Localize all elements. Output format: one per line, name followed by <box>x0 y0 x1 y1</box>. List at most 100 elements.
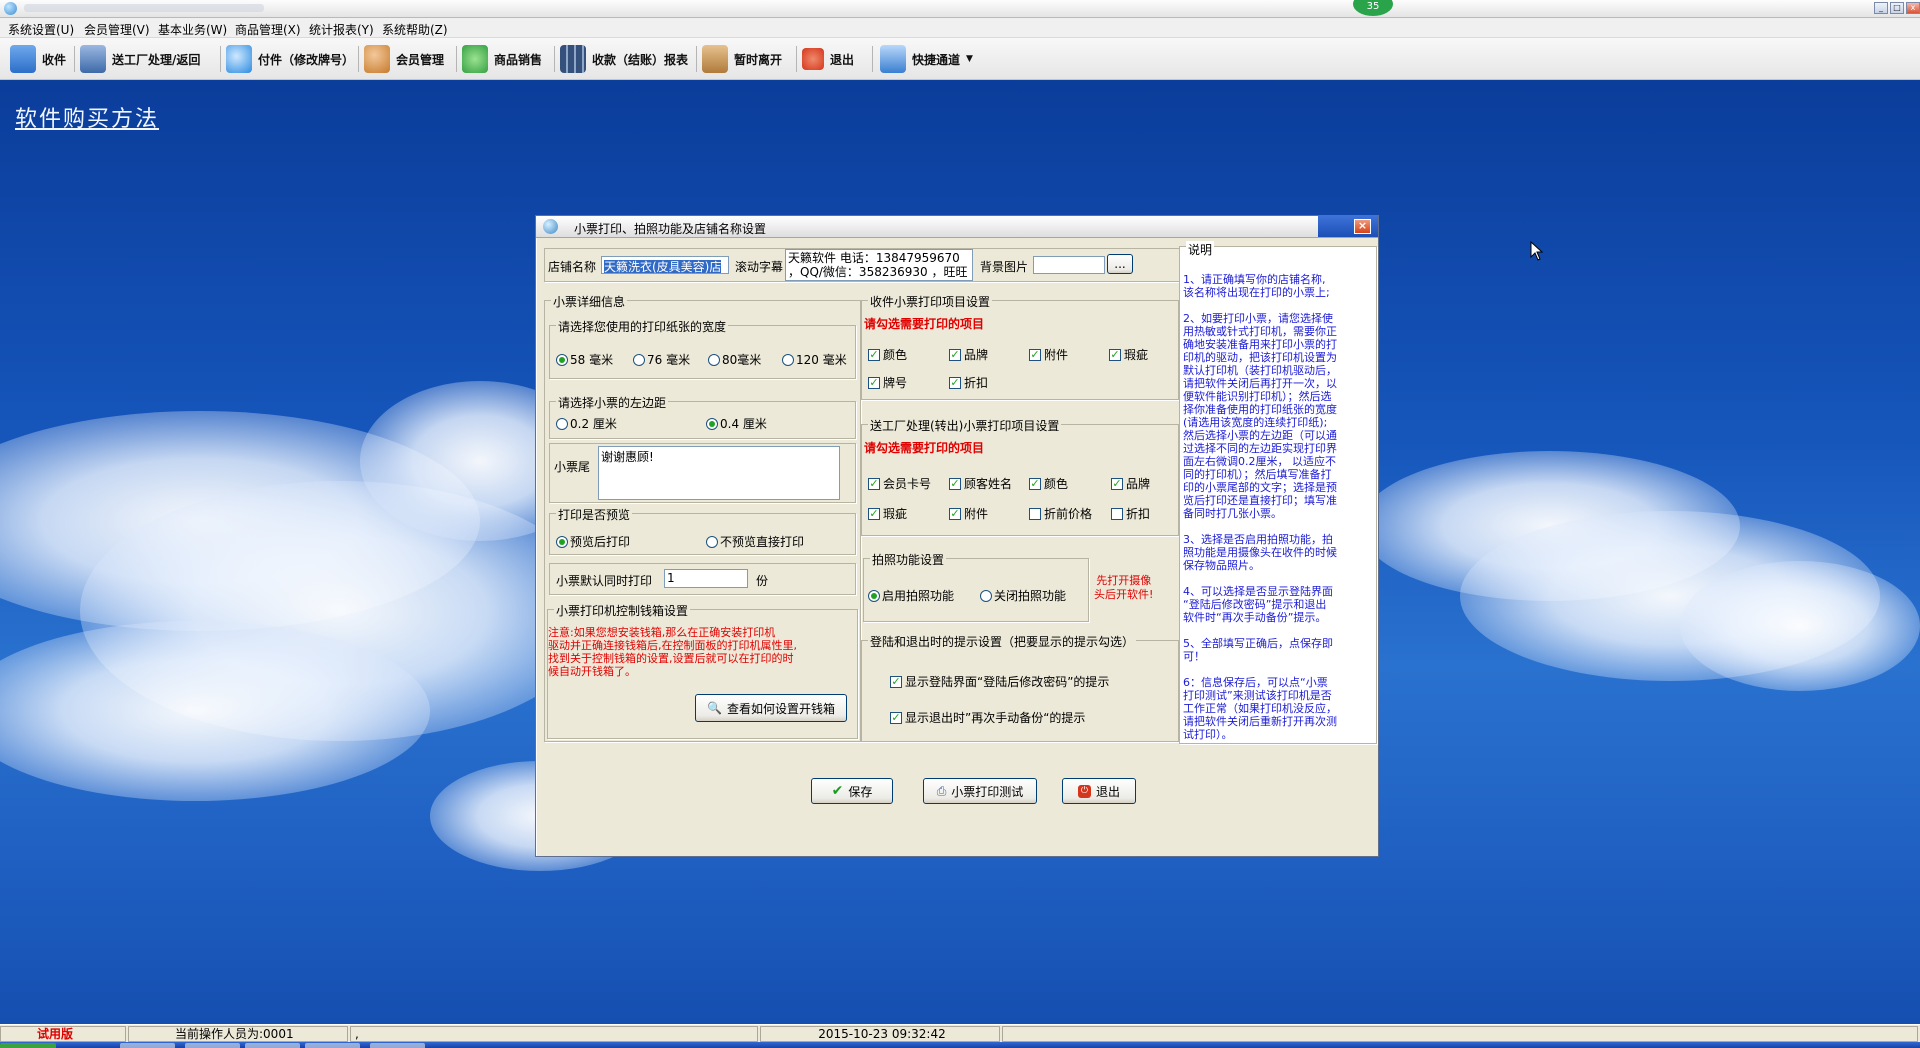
datetime-status: 2015-10-23 09:32:42 <box>760 1026 1000 1042</box>
taskbar <box>0 1042 1920 1048</box>
toolbar-receive-button[interactable]: 收件 <box>10 42 66 76</box>
receipt-tail-group: 小票尾 谢谢惠顾! <box>549 443 856 503</box>
toolbar-report-button[interactable]: 收款（结账）报表 <box>560 42 688 76</box>
help-line: 然后选择小票的左边距（可以通 <box>1183 429 1337 442</box>
exit-icon: ⏻ <box>1077 784 1091 798</box>
toolbar-exit-button[interactable]: 退出 <box>802 42 854 76</box>
factory-color-checkbox[interactable]: ✓ 颜色 <box>1029 475 1068 492</box>
help-line: 览后打印还是直接打印；填写准 <box>1183 494 1337 507</box>
receive-print-group: 收件小票打印项目设置 请勾选需要打印的项目 ✓ 颜色 ✓ 品牌 ✓ 附件 ✓ 瑕疵 ✓ 牌… <box>861 293 1179 400</box>
menu-basic-business[interactable]: 基本业务(W) <box>158 21 227 38</box>
camera-warning: 先打开摄像 头后开软件! <box>1094 574 1154 601</box>
mouse-cursor-icon <box>1530 241 1544 261</box>
toolbar-pickup-button[interactable]: 付件（修改牌号） <box>226 42 354 76</box>
search-icon: 🔍 <box>707 701 722 715</box>
notification-badge[interactable]: 35 <box>1353 0 1393 16</box>
help-line: 6：信息保存后，可以点“小票 <box>1183 676 1328 689</box>
maximize-icon[interactable]: □ <box>1890 2 1904 14</box>
receive-flaw-checkbox[interactable]: ✓ 瑕疵 <box>1109 346 1148 363</box>
width-80-radio[interactable]: 80毫米 <box>708 351 761 368</box>
help-line: 打印测试”来测试该打印机是否 <box>1183 689 1332 702</box>
help-panel: 说明 1、请正确填写你的店铺名称, 该名称将出现在打印的小票上; 2、如要打印小票… <box>1179 241 1377 744</box>
margin-02-radio[interactable]: 0.2 厘米 <box>556 415 617 432</box>
factory-card-checkbox[interactable]: ✓ 会员卡号 <box>868 475 931 492</box>
width-58-radio[interactable]: 58 毫米 <box>556 351 613 368</box>
taskbar-item[interactable] <box>185 1043 240 1048</box>
print-directly-radio[interactable]: 不预览直接打印 <box>706 533 804 550</box>
toolbar-factory-button[interactable]: 送工厂处理/返回 <box>80 42 200 76</box>
app-title-bar: 35 _ □ x <box>0 0 1920 18</box>
exit-backup-tip-checkbox[interactable]: ✓ 显示退出时”再次手动备份“的提示 <box>890 709 1085 726</box>
factory-accessory-checkbox[interactable]: ✓ 附件 <box>949 505 988 522</box>
login-password-tip-checkbox[interactable]: ✓ 显示登陆界面“登陆后修改密码”的提示 <box>890 673 1109 690</box>
cashbox-help-button[interactable]: 🔍 查看如何设置开钱箱 <box>695 694 847 722</box>
receive-discount-checkbox[interactable]: ✓ 折扣 <box>949 374 988 391</box>
taskbar-item[interactable] <box>370 1043 425 1048</box>
help-line: 3、选择是否启用拍照功能，拍 <box>1183 533 1333 546</box>
taskbar-item[interactable] <box>305 1043 360 1048</box>
menu-reports[interactable]: 统计报表(Y) <box>309 21 374 38</box>
menu-system-settings[interactable]: 系统设置(U) <box>8 21 74 38</box>
help-line: 保存物品照片。 <box>1183 559 1260 572</box>
menu-member-management[interactable]: 会员管理(V) <box>84 21 150 38</box>
help-line: 试打印）。 <box>1183 728 1233 741</box>
enable-photo-radio[interactable]: 启用拍照功能 <box>868 587 954 604</box>
taskbar-item[interactable] <box>245 1043 300 1048</box>
receive-tag-checkbox[interactable]: ✓ 牌号 <box>868 374 907 391</box>
receive-print-hint: 请勾选需要打印的项目 <box>864 317 985 331</box>
factory-brand-checkbox[interactable]: ✓ 品牌 <box>1111 475 1150 492</box>
key-icon <box>702 45 728 73</box>
exit-button[interactable]: ⏻ 退出 <box>1062 778 1136 804</box>
menu-goods-management[interactable]: 商品管理(X) <box>235 21 301 38</box>
start-button[interactable] <box>0 1043 56 1048</box>
toolbar-shortcut-button[interactable]: 快捷通道 ▼ <box>880 42 973 76</box>
factory-original-price-checkbox[interactable]: 折前价格 <box>1029 505 1092 522</box>
browse-button[interactable]: ... <box>1107 254 1133 274</box>
toolbar-members-button[interactable]: 会员管理 <box>364 42 444 76</box>
receive-accessory-checkbox[interactable]: ✓ 附件 <box>1029 346 1068 363</box>
copies-label: 小票默认同时打印 <box>556 574 653 588</box>
margin-04-radio[interactable]: 0.4 厘米 <box>706 415 767 432</box>
background-image-input[interactable] <box>1033 256 1105 274</box>
dialog-close-icon[interactable]: × <box>1354 219 1371 234</box>
help-line: 5、全部填写正确后，点保存即 <box>1183 637 1333 650</box>
width-120-radio[interactable]: 120 毫米 <box>782 351 847 368</box>
preview-before-print-radio[interactable]: 预览后打印 <box>556 533 630 550</box>
receive-brand-checkbox[interactable]: ✓ 品牌 <box>949 346 988 363</box>
minimize-icon[interactable]: _ <box>1874 2 1888 14</box>
toolbar-sales-button[interactable]: 商品销售 <box>462 42 542 76</box>
help-line: 便软件能识别打印机）；然后选 <box>1183 390 1332 403</box>
toolbar-leave-button[interactable]: 暂时离开 <box>702 42 782 76</box>
copies-input[interactable]: 1 <box>664 569 748 588</box>
help-line: 照功能是用摄像头在收件的时候 <box>1183 546 1337 559</box>
help-line: 用热敏或针式打印机，需要你正 <box>1183 325 1337 338</box>
login-exit-group: 登陆和退出时的提示设置（把要显示的提示勾选） ✓ 显示登陆界面“登陆后修改密码”的… <box>861 633 1179 742</box>
dialog-title-bar: 小票打印、拍照功能及店铺名称设置 × <box>536 216 1378 238</box>
help-line: 默认打印机（装打印机驱动后， <box>1183 364 1337 377</box>
taskbar-item[interactable] <box>120 1043 175 1048</box>
close-window-icon[interactable]: x <box>1906 2 1920 14</box>
help-line: 请把软件关闭后重新打开再次测 <box>1183 715 1337 728</box>
width-76-radio[interactable]: 76 毫米 <box>633 351 690 368</box>
edition-status: 试用版 <box>0 1026 126 1042</box>
factory-customer-name-checkbox[interactable]: ✓ 顾客姓名 <box>949 475 1012 492</box>
paper-width-group: 请选择您使用的打印纸张的宽度 58 毫米 76 毫米 80毫米 120 毫米 <box>549 318 856 379</box>
menu-help[interactable]: 系统帮助(Z) <box>382 21 448 38</box>
save-button[interactable]: ✔ 保存 <box>811 778 893 804</box>
receive-color-checkbox[interactable]: ✓ 颜色 <box>868 346 907 363</box>
disable-photo-radio[interactable]: 关闭拍照功能 <box>980 587 1066 604</box>
factory-discount-checkbox[interactable]: 折扣 <box>1111 505 1150 522</box>
scroll-text-label: 滚动字幕 <box>735 260 784 274</box>
factory-flaw-checkbox[interactable]: ✓ 瑕疵 <box>868 505 907 522</box>
printer-icon: ⎙ <box>936 783 947 798</box>
shop-name-input[interactable]: 天籁洗衣(皮具美容)店 <box>601 256 729 274</box>
scroll-text-input[interactable]: 天籁软件 电话：13847959670 ，QQ/微信：358236930 ，旺旺 <box>785 249 973 281</box>
help-line: 1、请正确填写你的店铺名称, <box>1183 273 1326 286</box>
receipt-tail-input[interactable]: 谢谢惠顾! <box>598 446 840 500</box>
dropdown-arrow-icon: ▼ <box>966 54 973 64</box>
buy-software-link[interactable]: 软件购买方法 <box>15 101 159 133</box>
print-test-button[interactable]: ⎙ 小票打印测试 <box>923 778 1037 804</box>
cashbox-group: 小票打印机控制钱箱设置 注意:如果您想安装钱箱,那么在正确安装打印机 驱动并正确… <box>547 602 858 739</box>
receipt-detail-group: 小票详细信息 请选择您使用的打印纸张的宽度 58 毫米 76 毫米 80毫米 1… <box>544 293 861 742</box>
receive-icon <box>10 45 36 73</box>
